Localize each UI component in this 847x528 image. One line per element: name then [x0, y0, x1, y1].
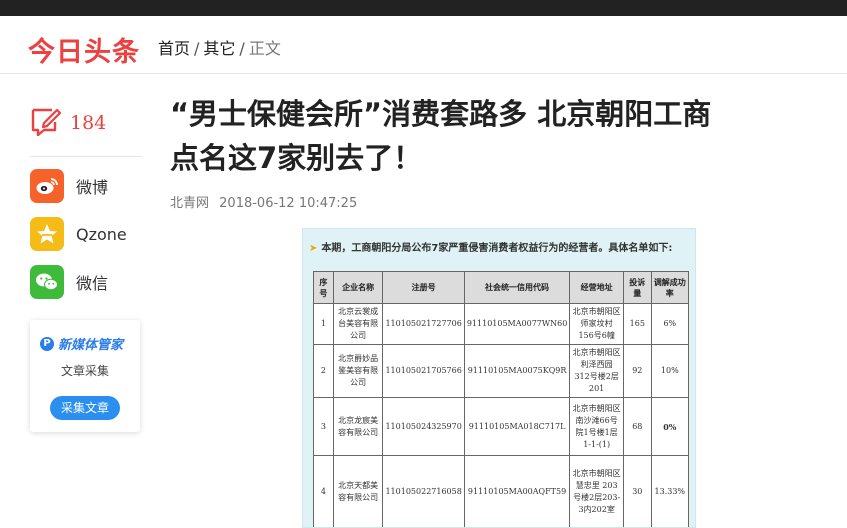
article-title-line1: “男士保健会所”消费套路多 北京朝阳工商 [170, 97, 712, 131]
table-header: 投诉量 [623, 271, 652, 304]
table-cell: 北京天都美容有限公司 [332, 455, 384, 527]
table-cell: 91110105MA018C717L [463, 397, 571, 456]
table-header: 社会统一信用代码 [463, 271, 571, 304]
share-weibo[interactable]: 微博 [30, 169, 142, 203]
article-image: ➤ 本期，工商朝阳分局公布7家严重侵害消费者权益行为的经营者。具体名单如下: 序号… [302, 228, 696, 528]
table-cell: 北京市朝阳区利泽西园 312号楼2层201 [569, 344, 625, 398]
table-cell: 91110105MA0075KQ9R [463, 344, 571, 398]
breadcrumb-separator: / [194, 39, 200, 58]
table-cell: 北京市朝阳区师家坟村 156号6幢 [569, 303, 625, 345]
breadcrumb-other[interactable]: 其它 [203, 39, 235, 58]
table-cell: 北京爵妙品鉴美容有限公司 [332, 344, 384, 398]
image-intro: ➤ 本期，工商朝阳分局公布7家严重侵害消费者权益行为的经营者。具体名单如下: [309, 239, 672, 254]
table-cell: 30 [623, 455, 652, 527]
table-header: 注册号 [382, 271, 465, 304]
divider [30, 156, 142, 157]
p-logo-icon: P [40, 336, 54, 351]
breadcrumb-home[interactable]: 首页 [158, 39, 190, 58]
wechat-icon [30, 265, 64, 299]
share-wechat[interactable]: 微信 [30, 265, 142, 299]
weibo-icon [30, 169, 64, 203]
table-cell: 北京云裳成台美容有限公司 [332, 303, 384, 345]
breadcrumb-separator: / [239, 39, 245, 58]
share-qzone-label: Qzone [76, 224, 127, 244]
table-cell: 3 [313, 397, 334, 456]
table-cell: 110105024325970 [382, 397, 465, 456]
table-row: 3 北京龙宸美容有限公司 110105024325970 91110105MA0… [313, 397, 690, 456]
table-cell: 6% [650, 303, 690, 345]
table-cell: 2 [313, 344, 334, 398]
top-bar [0, 0, 847, 16]
table-cell: 北京市朝阳区南沙滩66号院1号楼1层1-1-(1) [569, 397, 625, 456]
comment-icon [30, 106, 62, 140]
card-brand: P 新媒体管家 [40, 334, 123, 353]
breadcrumb: 首页 / 其它 / 正文 [158, 35, 281, 59]
table-cell: 13.33% [650, 455, 690, 527]
breadcrumb-current: 正文 [248, 39, 281, 58]
table-cell: 91110105MA00AQFT59 [463, 455, 571, 527]
table-cell: 110105021727706 [382, 303, 465, 345]
media-manager-card: P 新媒体管家 文章采集 采集文章 [30, 320, 140, 432]
share-qzone[interactable]: Qzone [30, 217, 142, 251]
share-wechat-label: 微信 [76, 274, 109, 293]
table-cell: 0% [650, 397, 690, 456]
table-cell: 68 [623, 397, 652, 456]
table-cell: 北京龙宸美容有限公司 [332, 397, 384, 456]
table-cell: 110105022716058 [382, 455, 465, 527]
table-header: 企业名称 [332, 271, 384, 304]
table-cell: 4 [313, 455, 334, 527]
collect-article-button[interactable]: 采集文章 [50, 396, 120, 420]
share-sidebar: 184 微博 Qzone 微信 [30, 100, 142, 313]
table-cell: 165 [623, 303, 652, 345]
card-brand-text: 新媒体管家 [58, 338, 124, 353]
table-header-row: 序号 企业名称 注册号 社会统一信用代码 经营地址 投诉量 调解成功率 [313, 271, 690, 304]
share-weibo-label: 微博 [76, 178, 109, 197]
table-cell: 1 [313, 303, 334, 345]
table-row: 4 北京天都美容有限公司 110105022716058 91110105MA0… [313, 455, 690, 527]
table-cell: 10% [650, 344, 690, 398]
site-header: 今日头条 首页 / 其它 / 正文 [0, 16, 847, 74]
comment-button[interactable]: 184 [30, 100, 142, 146]
table-cell: 北京市朝阳区慧忠里 203号楼2层203-3内202室 [569, 455, 625, 527]
table-cell: 91110105MA0077WN60 [463, 303, 571, 345]
article-source[interactable]: 北青网 [170, 196, 209, 211]
business-table: 序号 企业名称 注册号 社会统一信用代码 经营地址 投诉量 调解成功率 1 北京… [313, 271, 690, 527]
article-time: 2018-06-12 10:47:25 [219, 196, 358, 211]
arrow-icon: ➤ [309, 243, 318, 254]
article-meta: 北青网 2018-06-12 10:47:25 [170, 192, 363, 211]
table-row: 2 北京爵妙品鉴美容有限公司 110105021705766 91110105M… [313, 344, 690, 398]
table-header: 调解成功率 [650, 271, 690, 304]
qzone-icon [30, 217, 64, 251]
table-header: 序号 [313, 271, 334, 304]
image-intro-text: 本期，工商朝阳分局公布7家严重侵害消费者权益行为的经营者。具体名单如下: [321, 243, 673, 254]
article-title-line2: 点名这7家别去了！ [170, 141, 423, 175]
table-cell: 92 [623, 344, 652, 398]
site-logo[interactable]: 今日头条 [28, 30, 140, 69]
article-title: “男士保健会所”消费套路多 北京朝阳工商 点名这7家别去了！ [170, 92, 840, 180]
comment-count: 184 [70, 112, 107, 134]
table-cell: 110105021705766 [382, 344, 465, 398]
table-row: 1 北京云裳成台美容有限公司 110105021727706 91110105M… [313, 303, 690, 345]
table-header: 经营地址 [569, 271, 625, 304]
card-subtitle: 文章采集 [60, 364, 109, 378]
